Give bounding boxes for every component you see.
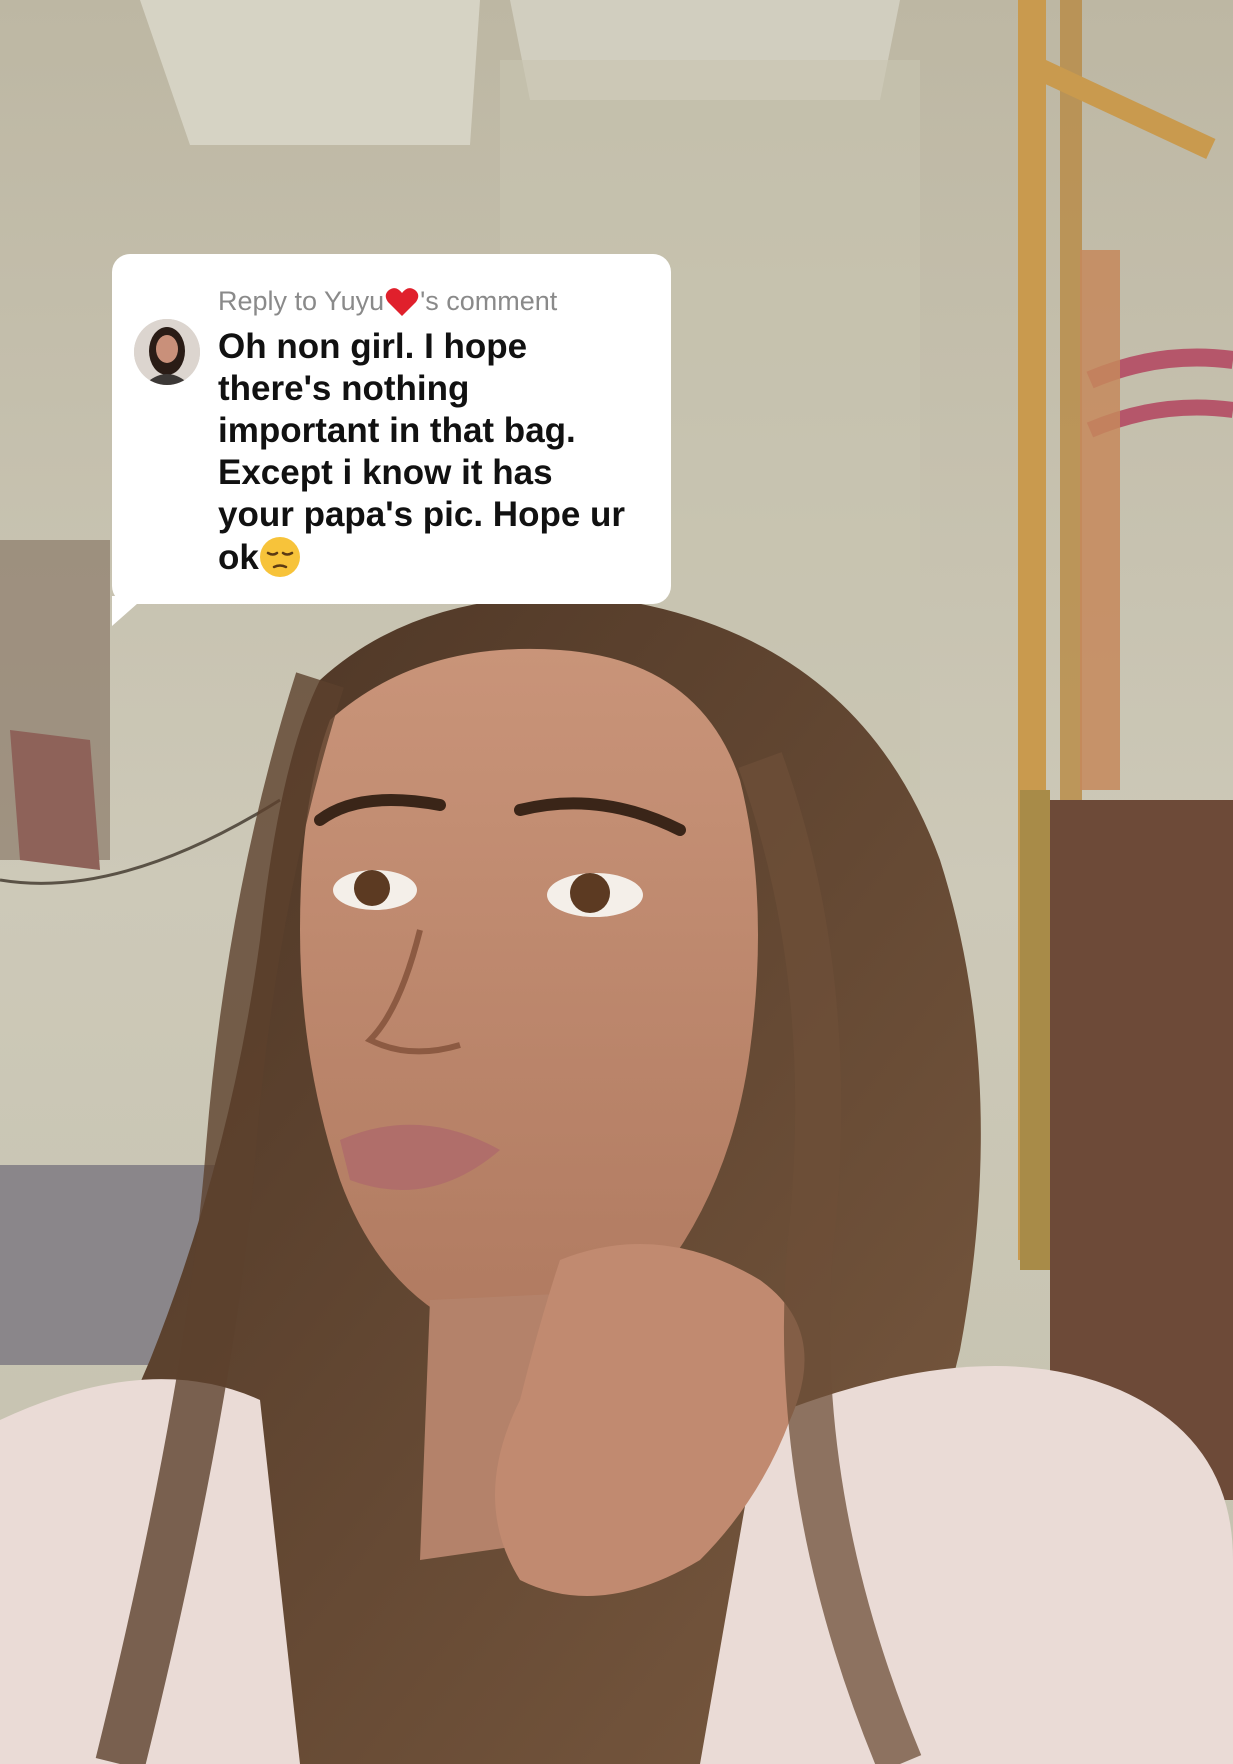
avatar-image xyxy=(134,319,200,385)
comment-line: ok xyxy=(218,538,259,577)
comment-line: your papa's pic. Hope ur xyxy=(218,495,626,534)
reply-header-prefix: Reply to Yuyu xyxy=(218,286,385,316)
pensive-face-emoji-icon xyxy=(259,536,301,578)
reply-card-tail xyxy=(112,596,146,626)
comment-line: there's nothing xyxy=(218,369,470,408)
reply-header-suffix: 's comment xyxy=(420,286,558,316)
reply-header: Reply to Yuyu 's comment xyxy=(218,286,557,317)
reply-comment-card[interactable]: Reply to Yuyu 's comment Oh non girl. I … xyxy=(112,254,671,604)
reply-comment-text: Oh non girl. I hope there's nothing impo… xyxy=(218,326,658,579)
comment-line: Oh non girl. I hope xyxy=(218,327,528,366)
commenter-avatar[interactable] xyxy=(134,319,200,385)
comment-line: Except i know it has xyxy=(218,453,553,492)
red-heart-icon xyxy=(385,287,419,317)
comment-line: important in that bag. xyxy=(218,411,576,450)
